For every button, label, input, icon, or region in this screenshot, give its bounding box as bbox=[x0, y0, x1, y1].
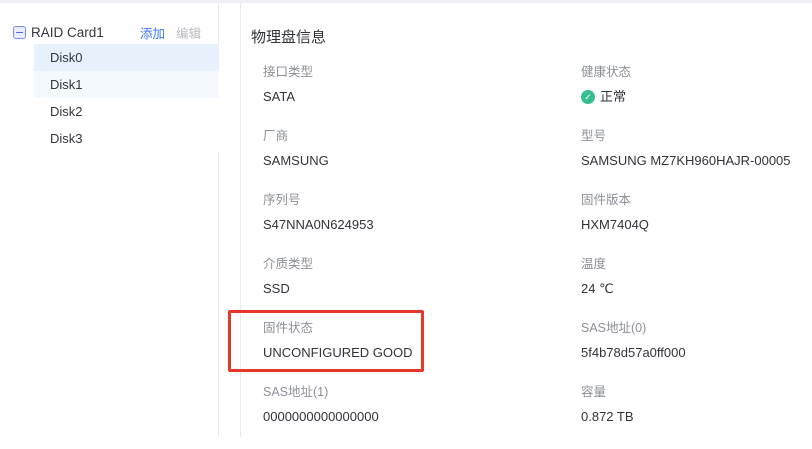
add-link[interactable]: 添加 bbox=[140, 23, 165, 42]
field-model: 型号 SAMSUNG MZ7KH960HAJR-00005 bbox=[581, 129, 812, 193]
field-value: SATA bbox=[263, 90, 581, 104]
disk-tree-sidebar: RAID Card1 添加 编辑 Disk0 Disk1 Disk2 Disk3 bbox=[0, 3, 219, 437]
tree-node-raid-card[interactable]: RAID Card1 添加 编辑 bbox=[0, 22, 219, 42]
field-vendor: 厂商 SAMSUNG bbox=[263, 129, 581, 193]
field-value: 24 ℃ bbox=[581, 282, 812, 296]
field-label: SAS地址(0) bbox=[581, 321, 812, 335]
field-label: 固件状态 bbox=[263, 321, 581, 335]
sidebar-item-disk0[interactable]: Disk0 bbox=[34, 44, 219, 71]
edit-link[interactable]: 编辑 bbox=[176, 23, 201, 42]
field-label: 厂商 bbox=[263, 129, 581, 143]
field-label: SAS地址(1) bbox=[263, 385, 581, 399]
tree-actions: 添加 编辑 bbox=[140, 23, 201, 42]
field-label: 序列号 bbox=[263, 193, 581, 207]
field-value: S47NNA0N624953 bbox=[263, 218, 581, 232]
field-value: 5f4b78d57a0ff000 bbox=[581, 346, 812, 360]
physical-disk-info-panel: 物理盘信息 接口类型 SATA 健康状态 ✓ 正常 厂商 SAMSUNG 型号 … bbox=[240, 3, 812, 437]
field-label: 接口类型 bbox=[263, 65, 581, 79]
field-value: SSD bbox=[263, 282, 581, 296]
status-text: 正常 bbox=[600, 90, 626, 104]
field-media-type: 介质类型 SSD bbox=[263, 257, 581, 321]
field-label: 温度 bbox=[581, 257, 812, 271]
field-grid: 接口类型 SATA 健康状态 ✓ 正常 厂商 SAMSUNG 型号 SAMSUN… bbox=[263, 65, 812, 449]
field-value: UNCONFIGURED GOOD bbox=[263, 346, 581, 360]
field-label: 固件版本 bbox=[581, 193, 812, 207]
field-label: 容量 bbox=[581, 385, 812, 399]
field-firmware-version: 固件版本 HXM7404Q bbox=[581, 193, 812, 257]
field-temperature: 温度 24 ℃ bbox=[581, 257, 812, 321]
sidebar-item-disk1[interactable]: Disk1 bbox=[34, 71, 219, 98]
field-label: 健康状态 bbox=[581, 65, 812, 79]
field-value: 0000000000000000 bbox=[263, 410, 581, 424]
field-capacity: 容量 0.872 TB bbox=[581, 385, 812, 449]
field-value: SAMSUNG bbox=[263, 154, 581, 168]
check-circle-icon: ✓ bbox=[581, 90, 595, 104]
field-serial-number: 序列号 S47NNA0N624953 bbox=[263, 193, 581, 257]
field-interface-type: 接口类型 SATA bbox=[263, 65, 581, 129]
sidebar-item-disk2[interactable]: Disk2 bbox=[34, 98, 219, 125]
page-title: 物理盘信息 bbox=[251, 28, 812, 48]
disk-list: Disk0 Disk1 Disk2 Disk3 bbox=[34, 44, 219, 152]
field-sas-address-1: SAS地址(1) 0000000000000000 bbox=[263, 385, 581, 449]
field-value: 0.872 TB bbox=[581, 410, 812, 424]
tree-root-label: RAID Card1 bbox=[31, 25, 104, 40]
field-value: HXM7404Q bbox=[581, 218, 812, 232]
sidebar-item-disk3[interactable]: Disk3 bbox=[34, 125, 219, 152]
field-value: ✓ 正常 bbox=[581, 90, 812, 104]
field-health-status: 健康状态 ✓ 正常 bbox=[581, 65, 812, 129]
field-value: SAMSUNG MZ7KH960HAJR-00005 bbox=[581, 154, 812, 168]
field-firmware-state: 固件状态 UNCONFIGURED GOOD bbox=[263, 321, 581, 385]
field-sas-address-0: SAS地址(0) 5f4b78d57a0ff000 bbox=[581, 321, 812, 385]
field-label: 介质类型 bbox=[263, 257, 581, 271]
collapse-minus-icon[interactable] bbox=[13, 26, 26, 39]
field-label: 型号 bbox=[581, 129, 812, 143]
